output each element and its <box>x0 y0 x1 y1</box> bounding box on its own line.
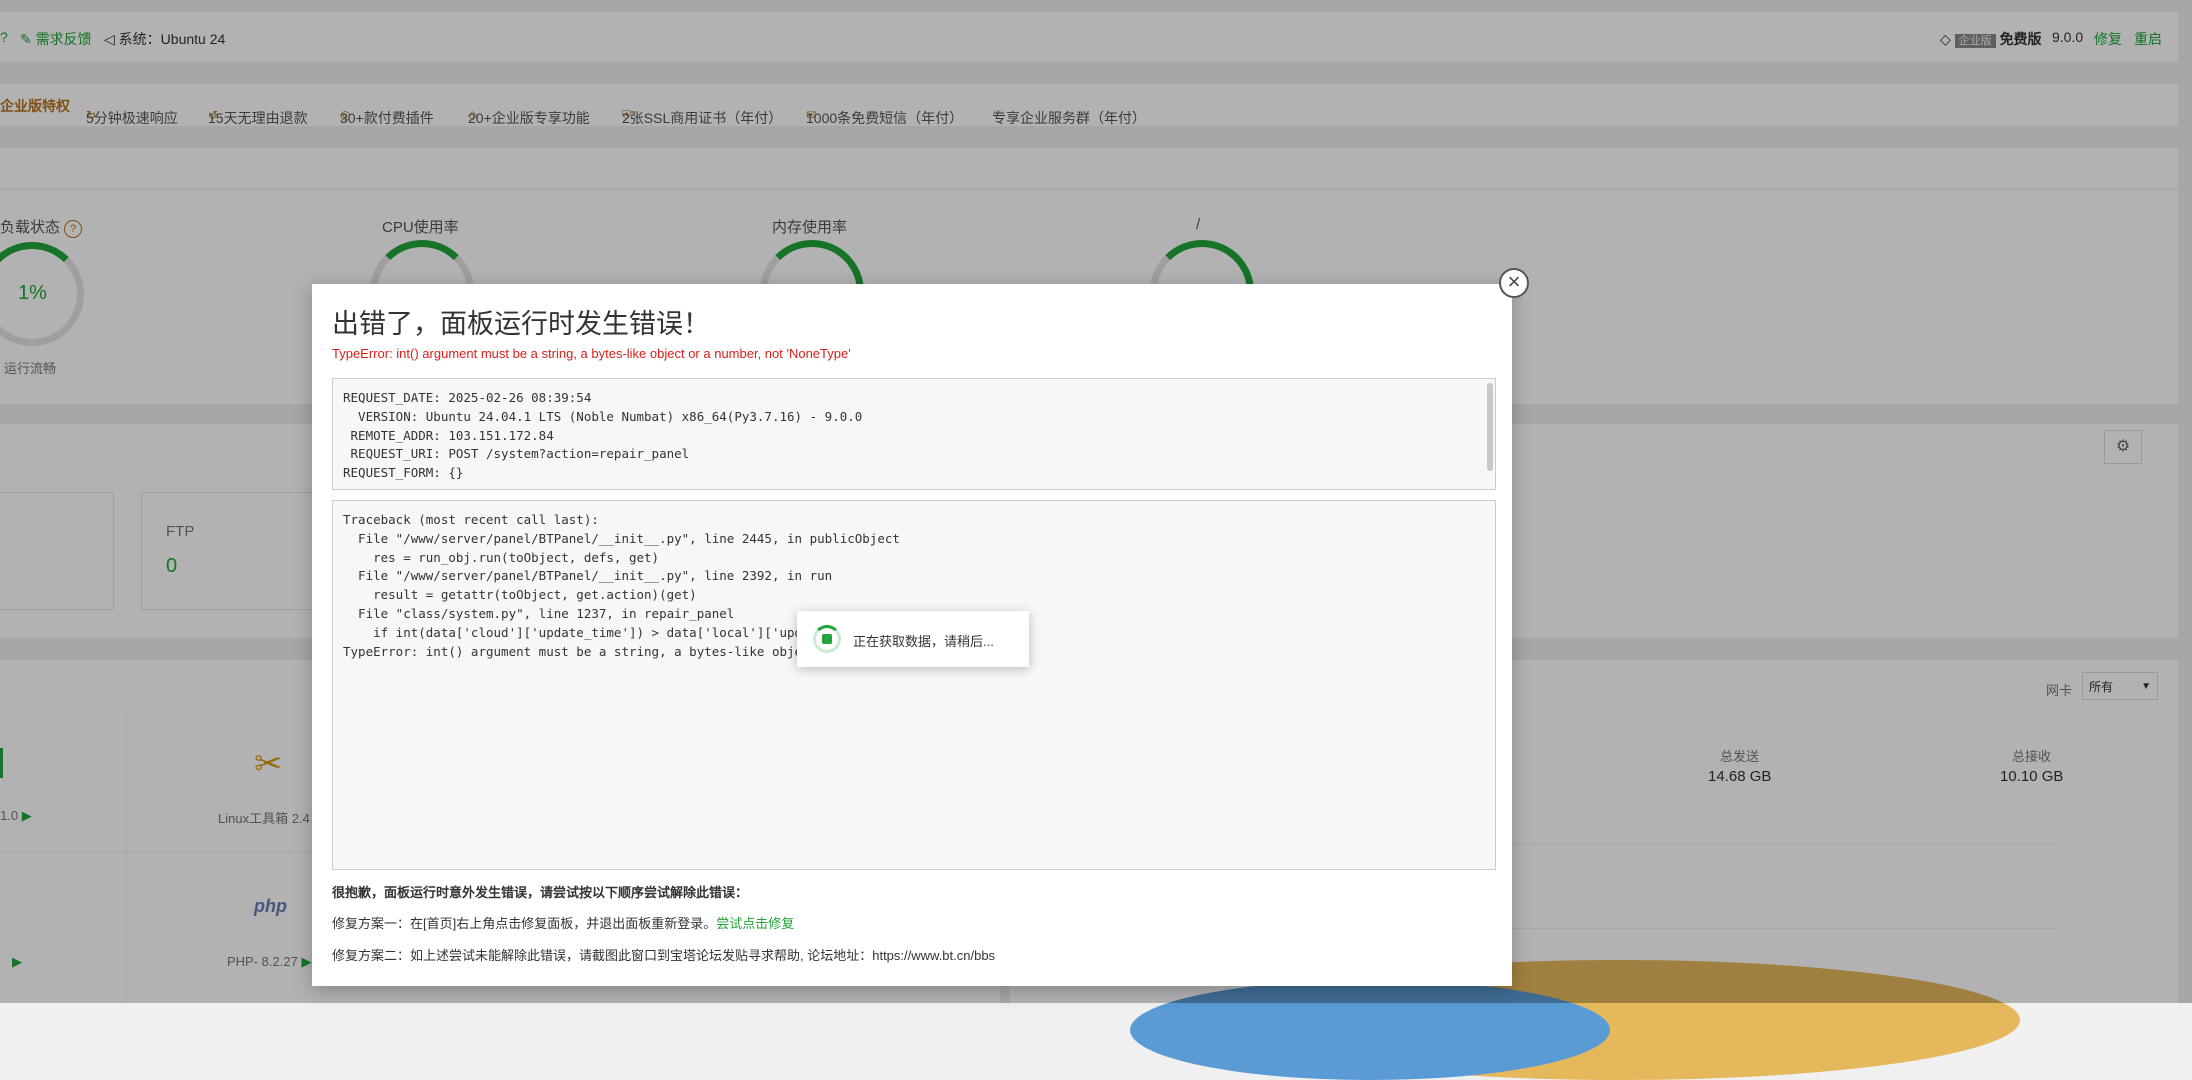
request-info-text: REQUEST_DATE: 2025-02-26 08:39:54 VERSIO… <box>343 390 863 481</box>
fix-option-1: 修复方案一：在[首页]右上角点击修复面板，并退出面板重新登录。尝试点击修复 <box>332 916 795 931</box>
loading-core-icon <box>822 634 832 644</box>
try-repair-link[interactable]: 尝试点击修复 <box>716 916 794 931</box>
close-icon[interactable]: × <box>1499 268 1529 298</box>
traceback-box[interactable]: Traceback (most recent call last): File … <box>332 500 1496 870</box>
fix-option-2: 修复方案二：如上述尝试未能解除此错误，请截图此窗口到宝塔论坛发贴寻求帮助, 论坛… <box>332 948 996 963</box>
dialog-title: 出错了，面板运行时发生错误！ <box>332 309 710 339</box>
error-message: TypeError: int() argument must be a stri… <box>332 346 851 361</box>
loading-text: 正在获取数据，请稍后... <box>853 634 994 649</box>
sorry-text: 很抱歉，面板运行时意外发生错误，请尝试按以下顺序尝试解除此错误： <box>332 885 749 900</box>
loading-toast: 正在获取数据，请稍后... <box>797 611 1029 667</box>
request-info-box[interactable]: REQUEST_DATE: 2025-02-26 08:39:54 VERSIO… <box>332 378 1496 490</box>
scrollbar[interactable] <box>1487 383 1493 471</box>
